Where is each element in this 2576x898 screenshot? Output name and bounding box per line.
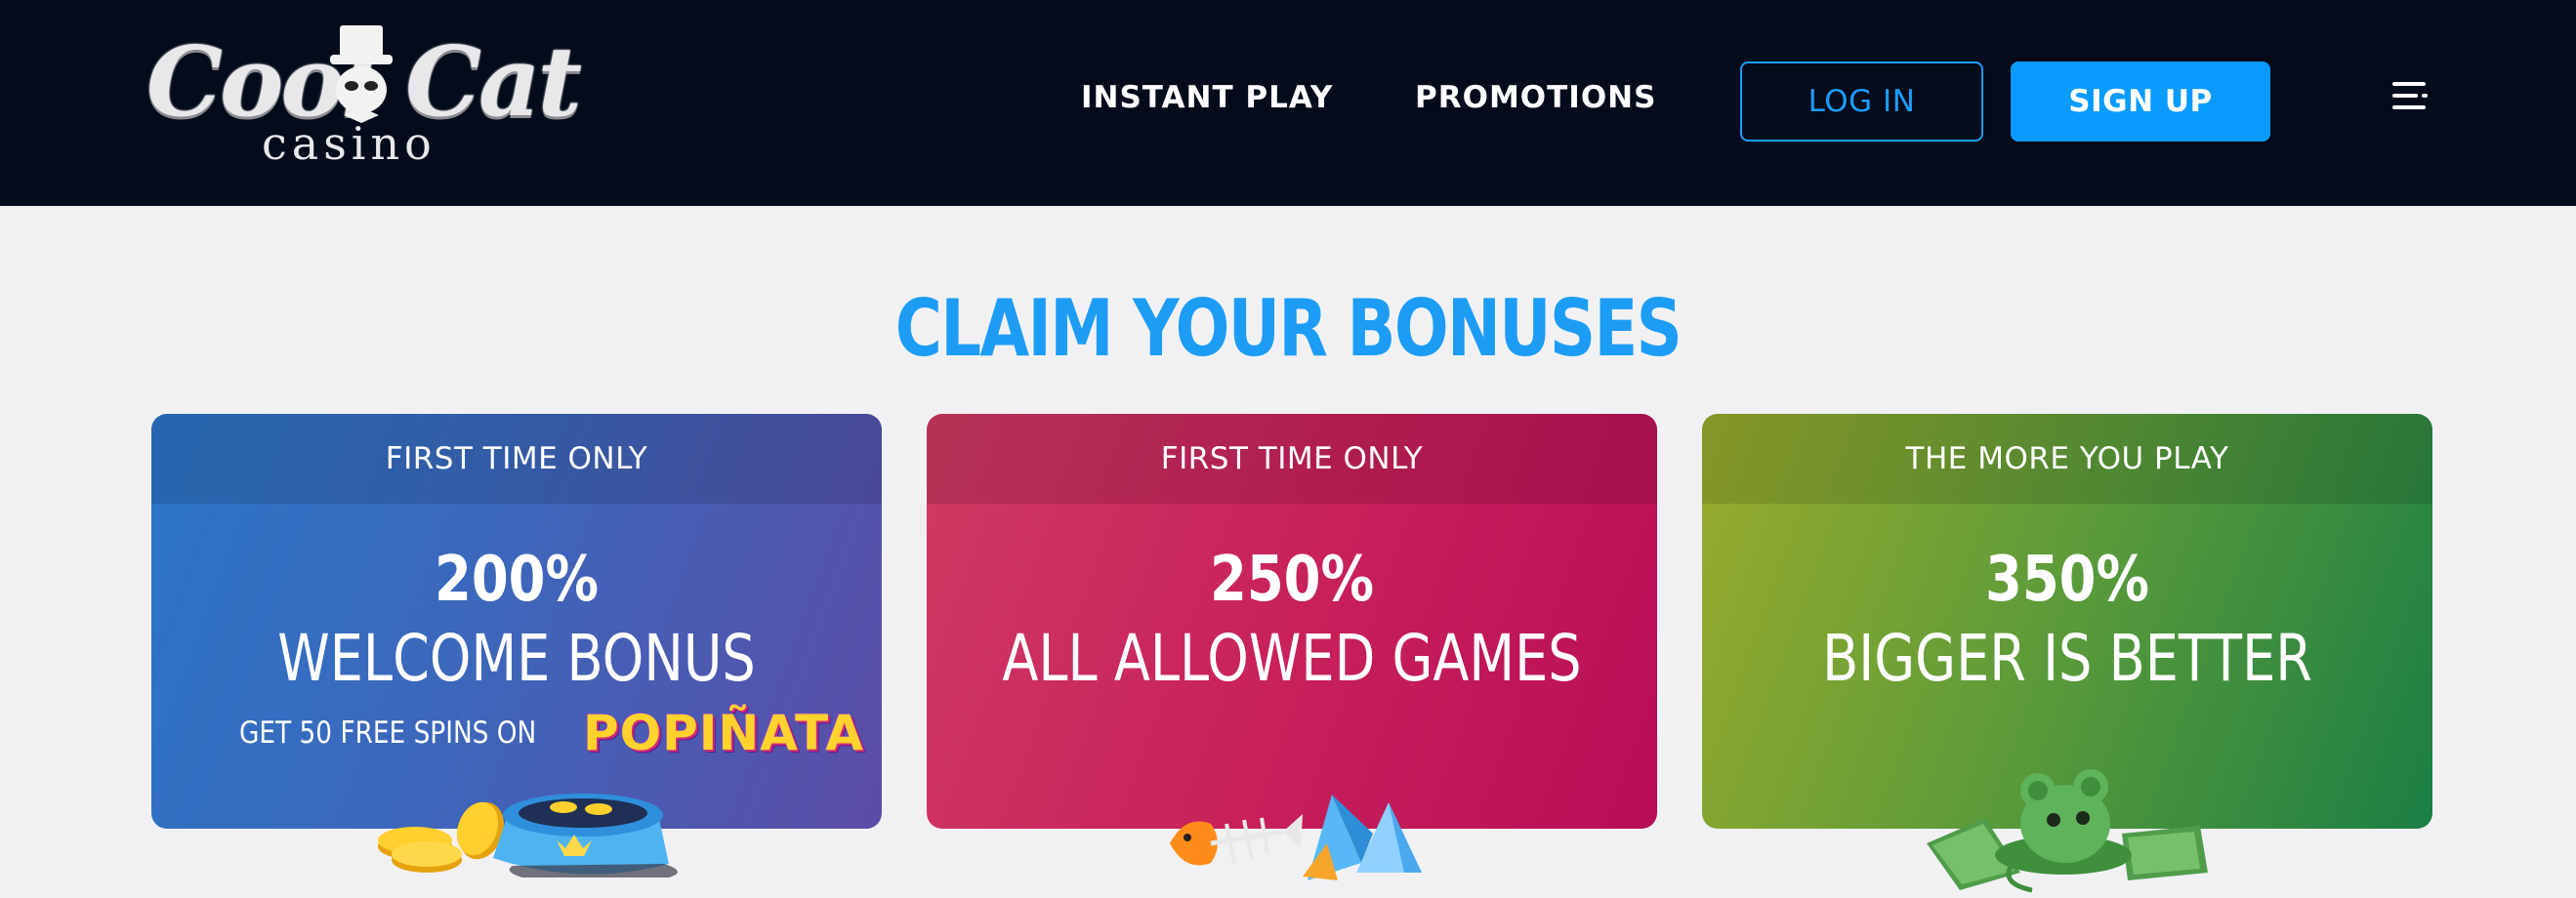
- free-spins-promo: GET 50 FREE SPINS ON POPIÑATA: [239, 705, 864, 761]
- nav-promotions[interactable]: PROMOTIONS: [1415, 80, 1656, 115]
- coins-and-cat-bowl-icon: [378, 794, 678, 878]
- logo-sub-text: casino: [262, 117, 436, 170]
- popinata-game-logo: POPIÑATA: [582, 705, 864, 761]
- cool-cat-casino-logo[interactable]: Cool Cat casino: [146, 25, 582, 166]
- card-background: FIRST TIME ONLY 250% ALL ALLOWED GAMES: [927, 414, 1657, 829]
- card-background: FIRST TIME ONLY 200% WELCOME BONUS GET 5…: [151, 414, 882, 829]
- page-title: CLAIM YOUR BONUSES: [894, 283, 1683, 374]
- hamburger-menu-icon[interactable]: [2389, 76, 2431, 115]
- nav-instant-play[interactable]: INSTANT PLAY: [1081, 80, 1333, 115]
- bonus-card-bigger-is-better[interactable]: THE MORE YOU PLAY 350% BIGGER IS BETTER: [1702, 414, 2432, 893]
- bonus-percent: 350%: [1984, 544, 2150, 616]
- bonus-subtitle: BIGGER IS BETTER: [1822, 621, 2312, 696]
- card-header: FIRST TIME ONLY: [151, 414, 882, 504]
- bonus-card-all-games[interactable]: FIRST TIME ONLY 250% ALL ALLOWED GAMES: [927, 414, 1657, 880]
- signup-button[interactable]: SIGN UP: [2011, 61, 2270, 142]
- card-header: THE MORE YOU PLAY: [1702, 414, 2432, 504]
- bonus-subtitle: WELCOME BONUS: [277, 621, 756, 696]
- site-header: Cool Cat casino INSTANT PLAY PROMOTIONS …: [0, 0, 2576, 206]
- free-spins-text: GET 50 FREE SPINS ON: [239, 715, 537, 751]
- mouse-and-cash-icon: [1927, 769, 2208, 893]
- card-header: FIRST TIME ONLY: [927, 414, 1657, 504]
- login-button[interactable]: LOG IN: [1740, 61, 1983, 142]
- fish-bone-and-crystals-icon: [1170, 795, 1422, 880]
- bonus-card-welcome[interactable]: FIRST TIME ONLY 200% WELCOME BONUS GET 5…: [151, 414, 882, 878]
- bonus-percent: 200%: [434, 544, 600, 616]
- bonus-percent: 250%: [1209, 544, 1375, 616]
- bonus-subtitle: ALL ALLOWED GAMES: [1002, 621, 1582, 696]
